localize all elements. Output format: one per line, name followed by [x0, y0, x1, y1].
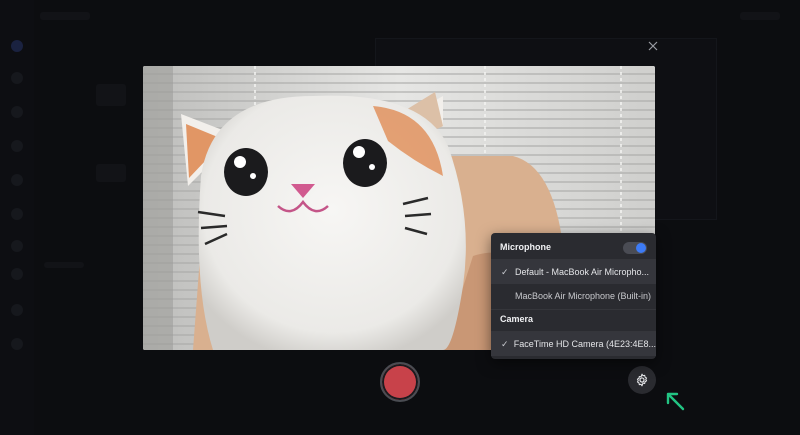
camera-option-facetime[interactable]: ✓ FaceTime HD Camera (4E23:4E8... [491, 332, 656, 356]
microphone-section-header: Microphone [491, 235, 656, 259]
background-nav-icon [11, 174, 23, 186]
background-nav-icon [11, 338, 23, 350]
background-nav-icon [11, 106, 23, 118]
camera-section-header: Camera [491, 307, 656, 331]
microphone-option-label: Default - MacBook Air Micropho... [515, 267, 650, 277]
microphone-option-builtin[interactable]: MacBook Air Microphone (Built-in) [491, 284, 656, 308]
background-avatar [11, 304, 23, 316]
background-text [44, 262, 84, 268]
background-nav-icon [11, 208, 23, 220]
background-nav-icon [11, 140, 23, 152]
record-button[interactable] [380, 362, 420, 402]
background-nav-icon [11, 268, 23, 280]
background-sidebar [0, 0, 34, 435]
toggle-knob [636, 243, 646, 253]
background-block [96, 164, 126, 182]
check-icon: ✓ [501, 338, 509, 349]
background-nav-icon [11, 72, 23, 84]
microphone-toggle[interactable] [623, 242, 647, 254]
microphone-option-default[interactable]: ✓ Default - MacBook Air Micropho... [491, 260, 656, 284]
background-nav-icon [11, 240, 23, 252]
check-icon: ✓ [501, 266, 509, 277]
background-block [96, 84, 126, 106]
close-button[interactable] [644, 37, 662, 55]
settings-button[interactable] [628, 366, 656, 394]
microphone-header-label: Microphone [500, 242, 551, 252]
microphone-option-label: MacBook Air Microphone (Built-in) [515, 291, 652, 301]
camera-option-label: FaceTime HD Camera (4E23:4E8... [513, 339, 656, 349]
background-header-control [740, 12, 780, 20]
arrow-up-left-icon [666, 392, 685, 411]
gear-icon [636, 373, 648, 387]
device-settings-menu: Microphone ✓ Default - MacBook Air Micro… [491, 233, 656, 359]
background-title [40, 12, 90, 20]
close-icon [648, 41, 658, 51]
camera-header-label: Camera [500, 314, 534, 324]
background-logo-icon [11, 40, 23, 52]
